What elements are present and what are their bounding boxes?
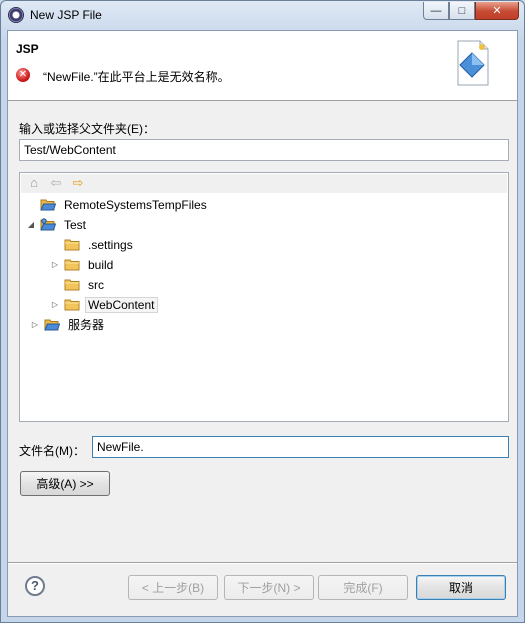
open-folder-icon [40,198,56,211]
tree-item-remote-systems[interactable]: RemoteSystemsTempFiles [26,195,210,214]
cancel-button[interactable]: 取消 [416,575,506,600]
tree-item-build[interactable]: ▷ build [50,255,116,274]
folder-icon [64,258,80,271]
folder-icon [64,298,80,311]
parent-folder-input[interactable]: Test/WebContent [19,139,509,161]
wizard-title: JSP [16,42,39,56]
tree-item-label: build [88,257,114,272]
help-icon[interactable]: ? [25,576,45,596]
folder-icon [64,278,80,291]
tree-item-webcontent[interactable]: ▷ WebContent [50,295,158,314]
eclipse-icon [8,7,24,23]
footer-separator [8,562,517,564]
dialog-window: New JSP File — □ ✕ JSP ✕ “NewFile.”在此平台上… [0,0,525,623]
wizard-header: JSP ✕ “NewFile.”在此平台上是无效名称。 [8,31,517,101]
dialog-content: JSP ✕ “NewFile.”在此平台上是无效名称。 输入或选择父文件夹(E)… [7,30,518,617]
tree-twisty [26,200,36,210]
tree-item-label: WebContent [85,296,158,313]
tree-item-settings[interactable]: .settings [64,235,136,254]
finish-button[interactable]: 完成(F) [318,575,408,600]
maximize-button[interactable]: □ [449,2,475,20]
expand-twisty-icon[interactable]: ▷ [50,300,60,310]
back-button[interactable]: < 上一步(B) [128,575,218,600]
tree-item-label: Test [64,217,87,232]
tree-item-src[interactable]: src [64,275,107,294]
collapse-twisty-icon[interactable]: ◢ [26,220,36,230]
back-arrow-icon[interactable]: ⇦ [48,176,64,190]
window-controls: — □ ✕ [423,2,519,21]
home-icon[interactable]: ⌂ [26,176,42,190]
jsp-wizard-icon [452,39,492,87]
window-title: New JSP File [30,8,102,22]
expand-twisty-icon[interactable]: ▷ [50,260,60,270]
tree-item-label: RemoteSystemsTempFiles [64,197,207,212]
minimize-button[interactable]: — [423,2,449,20]
close-button[interactable]: ✕ [475,2,519,20]
tree-toolbar: ⌂ ⇦ ⇨ [21,174,507,193]
open-folder-icon [44,318,60,331]
next-button[interactable]: 下一步(N) > [224,575,314,600]
expand-twisty-icon[interactable]: ▷ [30,320,40,330]
tree-item-label: 服务器 [68,318,105,332]
tree-item-label: src [88,277,104,292]
parent-folder-label: 输入或选择父文件夹(E)： [19,122,155,136]
tree-item-servers[interactable]: ▷ 服务器 [30,315,107,334]
project-icon [40,218,56,231]
forward-arrow-icon[interactable]: ⇨ [70,176,86,190]
folder-tree[interactable]: ⌂ ⇦ ⇨ RemoteSystemsTempFiles ◢ Test .set… [19,172,509,422]
title-bar[interactable]: New JSP File — □ ✕ [1,1,524,29]
file-name-input[interactable]: NewFile. [92,436,509,458]
tree-item-label: .settings [88,237,133,252]
error-icon: ✕ [16,68,30,82]
tree-item-test[interactable]: ◢ Test [26,215,89,234]
error-message: “NewFile.”在此平台上是无效名称。 [43,70,230,84]
folder-icon [64,238,80,251]
file-name-label: 文件名(M)： [19,444,85,458]
advanced-button[interactable]: 高级(A) >> [20,471,110,496]
